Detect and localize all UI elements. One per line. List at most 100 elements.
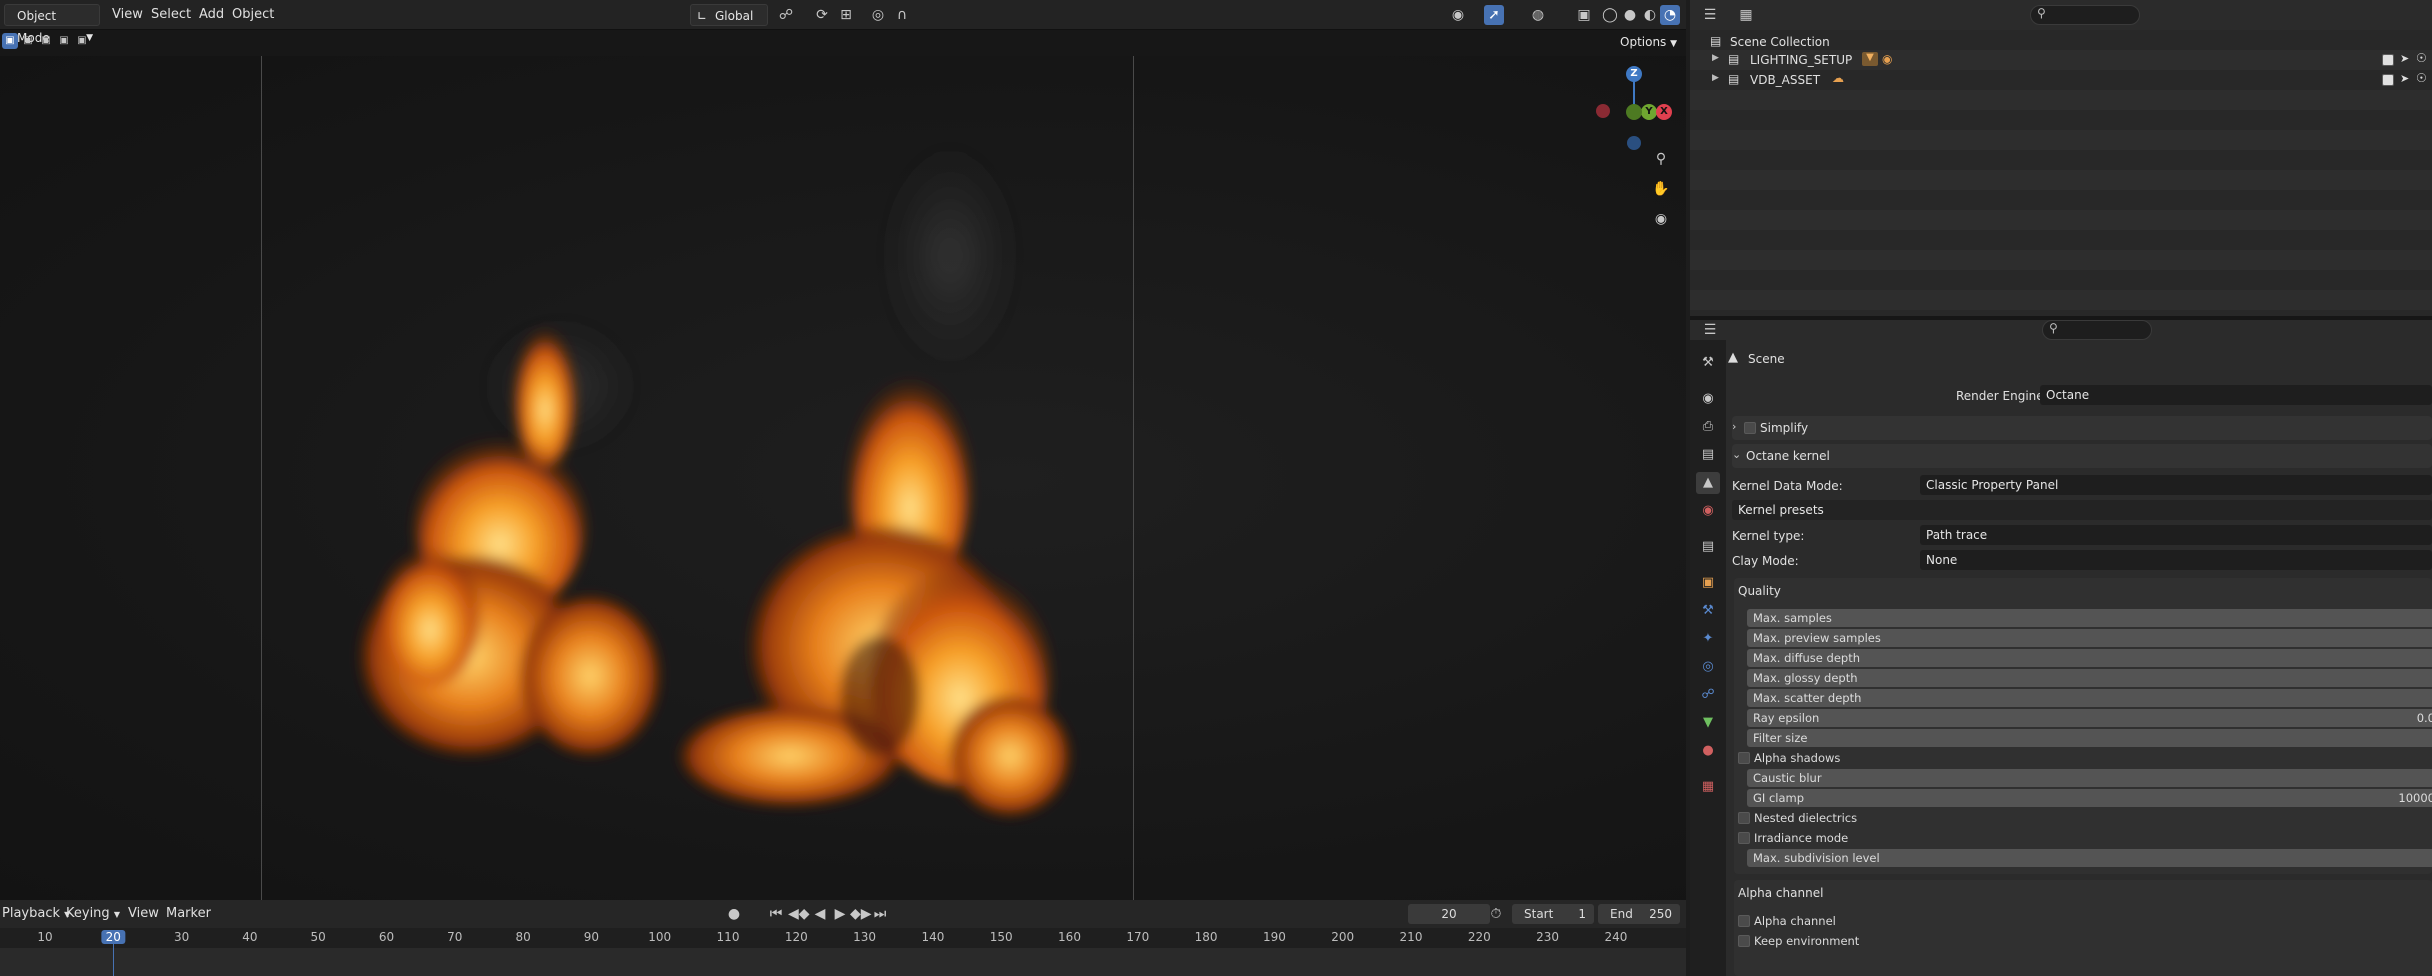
select-subtract-icon[interactable]: ▣ [38, 33, 54, 49]
menu-marker[interactable]: Marker [160, 904, 217, 924]
snap-target-icon[interactable]: ⊞ [836, 5, 856, 25]
max-samples-field[interactable]: Max. samples [1747, 609, 2432, 627]
outliner-row-scene-collection[interactable]: ▤ Scene Collection [1690, 32, 2432, 52]
pivot-icon[interactable]: ☍ [776, 5, 796, 25]
expand-arrow-icon[interactable]: ▶ [1712, 53, 1719, 63]
options-dropdown[interactable]: Options ▼ [1612, 32, 1685, 52]
end-frame-field[interactable]: End 250 [1598, 904, 1680, 924]
tool-tab-icon[interactable]: ⚒ [1696, 352, 1720, 374]
menu-view[interactable]: View [106, 5, 149, 25]
next-keyframe-icon[interactable]: ◆▶ [850, 904, 872, 924]
select-arrow-icon[interactable]: ➤ [2400, 52, 2409, 65]
view-layer-tab-icon[interactable]: ▤ [1696, 444, 1720, 466]
exclude-checkbox[interactable] [2382, 74, 2394, 86]
prev-keyframe-icon[interactable]: ◀◆ [788, 904, 810, 924]
alpha-channel-checkbox[interactable] [1738, 915, 1750, 927]
wireframe-shading-icon[interactable]: ◯ [1600, 5, 1620, 25]
material-tab-icon[interactable]: ● [1696, 740, 1720, 762]
collection-tab-icon[interactable]: ▤ [1696, 536, 1720, 558]
ray-epsilon-field[interactable]: Ray epsilon 0.0 [1747, 709, 2432, 727]
max-scatter-depth-field[interactable]: Max. scatter depth [1747, 689, 2432, 707]
jump-end-icon[interactable]: ⏭ [870, 904, 890, 924]
record-icon[interactable]: ● [724, 904, 744, 924]
texture-tab-icon[interactable]: ▦ [1696, 776, 1720, 798]
max-preview-samples-field[interactable]: Max. preview samples [1747, 629, 2432, 647]
alpha-shadows-checkbox[interactable] [1738, 752, 1750, 764]
gizmo-toggle-icon[interactable]: ➚ [1484, 5, 1504, 25]
solid-shading-icon[interactable]: ● [1620, 5, 1640, 25]
select-invert-icon[interactable]: ▣ [74, 33, 90, 49]
falloff-icon[interactable]: ∩ [892, 5, 912, 25]
render-engine-dropdown[interactable]: Octane [2040, 385, 2432, 405]
particles-tab-icon[interactable]: ✦ [1696, 628, 1720, 650]
proportional-edit-icon[interactable]: ◎ [868, 5, 888, 25]
pan-hand-icon[interactable]: ✋ [1651, 179, 1671, 199]
simplify-panel[interactable]: › Simplify [1732, 416, 2432, 440]
simplify-checkbox[interactable] [1744, 422, 1756, 434]
menu-timeline-view[interactable]: View [122, 904, 165, 924]
eye-icon[interactable]: ☉ [2416, 71, 2427, 85]
navigation-gizmo[interactable]: Z Y X [1595, 64, 1675, 150]
outliner-row-lighting-setup[interactable]: ▶ ▤ LIGHTING_SETUP ▼ ◉ ➤ ☉ [1690, 50, 2432, 70]
zoom-icon[interactable]: ⚲ [1651, 149, 1671, 169]
outliner-row-vdb-asset[interactable]: ▶ ▤ VDB_ASSET ☁ ➤ ☉ [1690, 70, 2432, 90]
timeline-track[interactable] [0, 948, 1686, 976]
rendered-shading-icon[interactable]: ◔ [1660, 5, 1680, 25]
camera-view-icon[interactable]: ◉ [1651, 209, 1671, 229]
output-tab-icon[interactable]: ⎙ [1696, 416, 1720, 438]
xray-icon[interactable]: ▣ [1574, 5, 1594, 25]
gizmo-x-axis[interactable]: X [1656, 104, 1672, 120]
start-frame-field[interactable]: Start 1 [1512, 904, 1594, 924]
expand-arrow-icon[interactable]: ▶ [1712, 73, 1719, 83]
caustic-blur-field[interactable]: Caustic blur [1747, 769, 2432, 787]
kernel-data-mode-dropdown[interactable]: Classic Property Panel [1920, 475, 2432, 495]
max-diffuse-depth-field[interactable]: Max. diffuse depth [1747, 649, 2432, 667]
stopwatch-icon[interactable]: ⏱ [1486, 904, 1506, 924]
properties-search-input[interactable]: ⚲ [2042, 320, 2152, 340]
render-preview[interactable]: Z Y X ⚲ ✋ ◉ [0, 56, 1686, 900]
constraints-tab-icon[interactable]: ☍ [1696, 684, 1720, 706]
irradiance-mode-checkbox[interactable] [1738, 832, 1750, 844]
gi-clamp-field[interactable]: GI clamp 10000 [1747, 789, 2432, 807]
play-reverse-icon[interactable]: ◀ [810, 904, 830, 924]
max-subdivision-level-field[interactable]: Max. subdivision level [1747, 849, 2432, 867]
properties-editor-type-icon[interactable]: ☰ [1700, 320, 1720, 340]
gizmo-neg-y-axis[interactable] [1626, 104, 1642, 120]
data-tab-icon[interactable]: ▼ [1696, 712, 1720, 734]
select-arrow-icon[interactable]: ➤ [2400, 72, 2409, 85]
transform-orientation-dropdown[interactable]: ∟ Global [690, 4, 768, 26]
eye-icon[interactable]: ☉ [2416, 51, 2427, 65]
gizmo-z-axis[interactable]: Z [1626, 66, 1642, 82]
modifier-tab-icon[interactable]: ⚒ [1696, 600, 1720, 622]
gizmo-neg-z-axis[interactable] [1627, 136, 1641, 150]
clay-mode-dropdown[interactable]: None [1920, 550, 2432, 570]
max-glossy-depth-field[interactable]: Max. glossy depth [1747, 669, 2432, 687]
world-tab-icon[interactable]: ◉ [1696, 500, 1720, 522]
select-intersect-icon[interactable]: ▣ [56, 33, 72, 49]
outliner-editor-type-icon[interactable]: ☰ [1700, 5, 1720, 25]
select-box-icon[interactable]: ▣ [2, 33, 18, 49]
scene-tab-icon[interactable]: ▲ [1696, 472, 1720, 494]
object-tab-icon[interactable]: ▣ [1696, 572, 1720, 594]
snap-icon[interactable]: ⟳ [812, 5, 832, 25]
gizmo-y-axis[interactable]: Y [1641, 104, 1657, 120]
jump-start-icon[interactable]: ⏮ [766, 904, 786, 924]
menu-keying[interactable]: Keying ▼ [60, 904, 126, 924]
select-extend-icon[interactable]: ▣ [20, 33, 36, 49]
visibility-icon[interactable]: ◉ [1448, 5, 1468, 25]
octane-kernel-panel[interactable]: ⌄ Octane kernel [1732, 444, 2432, 468]
render-tab-icon[interactable]: ◉ [1696, 388, 1720, 410]
keep-environment-checkbox[interactable] [1738, 935, 1750, 947]
overlays-icon[interactable]: ◍ [1528, 5, 1548, 25]
filter-size-field[interactable]: Filter size [1747, 729, 2432, 747]
outliner-search-input[interactable]: ⚲ [2030, 5, 2140, 25]
physics-tab-icon[interactable]: ◎ [1696, 656, 1720, 678]
current-frame-field[interactable]: 20 [1408, 904, 1490, 924]
nested-dielectrics-checkbox[interactable] [1738, 812, 1750, 824]
object-mode-dropdown[interactable]: Object Mode ▼ [4, 4, 100, 45]
kernel-presets-dropdown[interactable]: Kernel presets [1732, 500, 2432, 520]
play-icon[interactable]: ▶ [830, 904, 850, 924]
material-shading-icon[interactable]: ◐ [1640, 5, 1660, 25]
display-mode-icon[interactable]: ▦ [1736, 5, 1756, 25]
menu-add[interactable]: Add [193, 5, 230, 25]
